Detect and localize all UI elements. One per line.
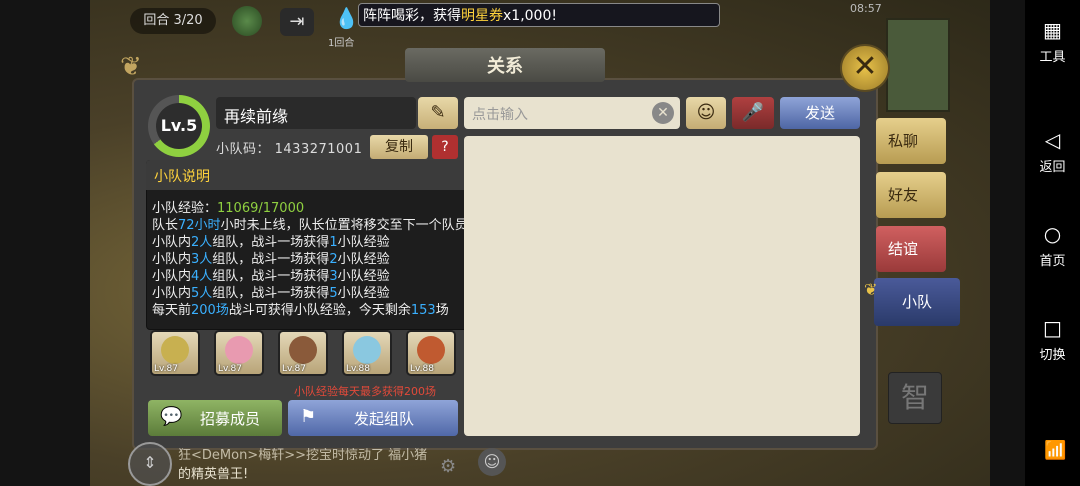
emoji-icon[interactable]: ☺ [478, 448, 506, 476]
world-chat-line2: 的精英兽王! [178, 467, 249, 482]
tab-friends[interactable]: 好友 [876, 172, 946, 218]
member-avatar[interactable]: Lv.88 [406, 330, 456, 376]
nav-home-label: 首页 [1039, 254, 1066, 269]
daily-text: 场 [435, 303, 449, 318]
announcement-banner: 阵阵喝彩，获得明星券x1,000! [358, 3, 720, 27]
right-letterbox [990, 0, 1025, 486]
clear-input-button[interactable]: ✕ [652, 102, 674, 124]
wisdom-button[interactable]: 智 [888, 372, 942, 424]
nav-home[interactable]: ○ 首页 [1025, 222, 1080, 269]
team-name: 再续前缘 [224, 107, 289, 126]
daily-text: 战斗可获得小队经验，今天剩余 [228, 303, 411, 318]
daily-limit: 200场 [191, 303, 229, 318]
flag-icon: ⚑ [300, 406, 317, 427]
nav-switch[interactable]: □ 切换 [1025, 316, 1080, 363]
banner-text-post: x1,000! [503, 8, 557, 24]
close-button[interactable]: ✕ [840, 44, 890, 92]
banner-text-pre: 阵阵喝彩，获得 [363, 8, 461, 24]
team-level: Lv.5 [156, 103, 202, 149]
nav-tools[interactable]: ▦ 工具 [1025, 18, 1080, 65]
member-avatar[interactable]: Lv.87 [214, 330, 264, 376]
tab-bond[interactable]: 结谊 [876, 226, 946, 272]
world-chat: 狂<DeMon>梅轩>>挖宝时惊动了 福小猪 的精英兽王! [140, 444, 440, 484]
member-level: Lv.88 [346, 364, 370, 374]
edit-name-button[interactable]: ✎ [418, 97, 458, 129]
gear-icon[interactable]: ⚙ [440, 456, 456, 477]
round-counter: 回合 3/20 [130, 8, 216, 34]
member-avatar[interactable]: Lv.87 [150, 330, 200, 376]
minimap[interactable] [886, 18, 950, 112]
square-icon: □ [1043, 316, 1062, 340]
avatar [353, 336, 381, 364]
left-letterbox [0, 0, 90, 486]
skill-icon[interactable] [232, 6, 262, 36]
member-level: Lv.87 [154, 364, 178, 374]
send-button[interactable]: 发送 [780, 97, 860, 129]
world-chat-line1: 狂<DeMon>梅轩>>挖宝时惊动了 福小猪 [178, 448, 428, 463]
nav-tools-label: 工具 [1039, 50, 1066, 65]
drop-label: 1回合 [328, 38, 355, 49]
start-team-button[interactable]: ⚑ 发起组队 [288, 400, 458, 436]
avatar [225, 336, 253, 364]
horn-decoration-icon: ❦ [120, 52, 142, 82]
voice-button[interactable]: 🎤 [732, 97, 774, 129]
chat-placeholder: 点击输入 [472, 107, 528, 123]
grid-icon: ▦ [1043, 18, 1062, 42]
daily-remaining: 153 [410, 303, 436, 318]
microphone-icon: 🎤 [741, 102, 765, 123]
member-level: Lv.87 [218, 364, 242, 374]
nav-back-label: 返回 [1039, 160, 1066, 175]
recruit-label: 招募成员 [200, 410, 261, 428]
horn-tab-icon: ❦ [864, 280, 878, 299]
avatar [161, 336, 189, 364]
back-triangle-icon: ◁ [1044, 128, 1061, 152]
member-exp-info: 小队经验每天最多获得200场 [294, 385, 436, 398]
panel-title: 关系 [487, 56, 523, 77]
member-level: Lv.87 [282, 364, 306, 374]
member-level: Lv.88 [410, 364, 434, 374]
tooltip-title: 小队说明 [154, 169, 210, 185]
tab-private-chat[interactable]: 私聊 [876, 118, 946, 164]
recruit-button[interactable]: 💬 招募成员 [148, 400, 282, 436]
team-code: 小队码： 1433271001 [216, 142, 363, 157]
water-drop-icon: 💧 [334, 6, 359, 30]
wifi-icon: 📶 [1044, 440, 1067, 461]
chat-bubble-icon: 💬 [160, 406, 183, 427]
nav-switch-label: 切换 [1039, 348, 1066, 363]
pencil-icon: ✎ [430, 102, 446, 123]
avatar [417, 336, 445, 364]
exit-icon[interactable]: ⇥ [280, 8, 314, 36]
status-time: 08:57 [850, 2, 882, 15]
avatar [289, 336, 317, 364]
emoji-button[interactable]: ☺ [686, 97, 726, 129]
help-button[interactable]: ? [432, 135, 458, 159]
chat-messages-area[interactable] [464, 136, 860, 436]
smiley-icon: ☺ [696, 102, 716, 123]
banner-highlight: 明星券 [461, 8, 503, 24]
nav-back[interactable]: ◁ 返回 [1025, 128, 1080, 175]
copy-button[interactable]: 复制 [370, 135, 428, 159]
tooltip-daily-line: 每天前200场战斗可获得小队经验，今天剩余153场 [152, 299, 449, 318]
daily-text: 每天前 [152, 303, 192, 318]
home-circle-icon: ○ [1043, 222, 1062, 246]
tab-team[interactable]: 小队 [874, 278, 960, 326]
member-avatar[interactable]: Lv.87 [278, 330, 328, 376]
start-team-label: 发起组队 [354, 410, 415, 428]
member-avatar[interactable]: Lv.88 [342, 330, 392, 376]
